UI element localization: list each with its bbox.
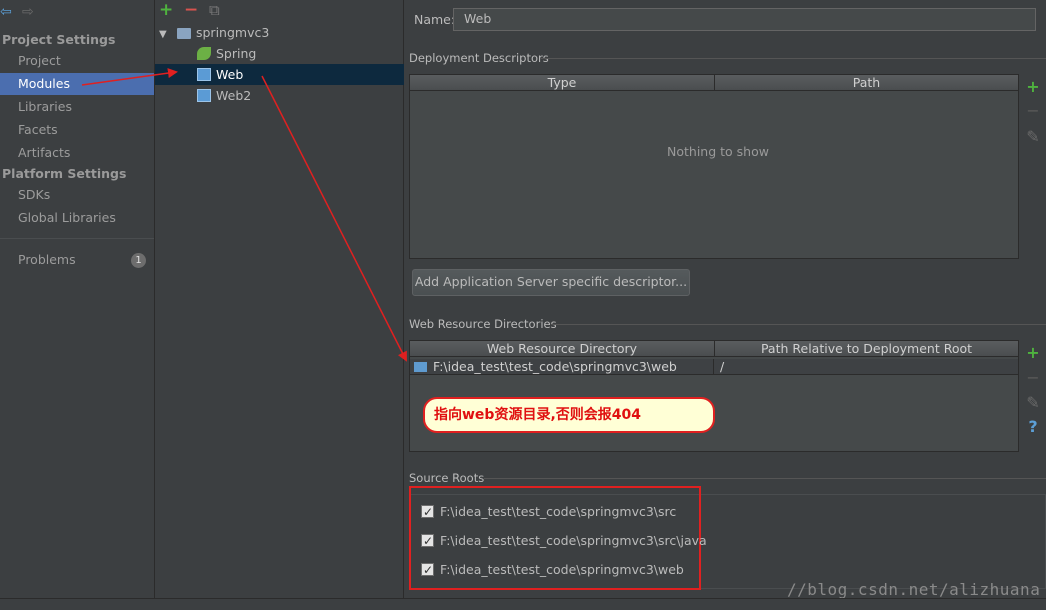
deployment-descriptors-title: Deployment Descriptors bbox=[409, 51, 549, 65]
nav-item-artifacts[interactable]: Artifacts bbox=[0, 142, 154, 164]
source-root-path: F:\idea_test\test_code\springmvc3\src bbox=[440, 504, 677, 519]
column-header-path-relative[interactable]: Path Relative to Deployment Root bbox=[715, 341, 1018, 357]
folder-icon bbox=[414, 362, 427, 372]
empty-table-message: Nothing to show bbox=[667, 144, 769, 159]
source-roots-title: Source Roots bbox=[409, 471, 485, 485]
expand-triangle-icon[interactable]: ▼ bbox=[159, 24, 173, 45]
nav-item-global-libraries[interactable]: Global Libraries bbox=[0, 207, 154, 229]
tree-root-springmvc3[interactable]: ▼ springmvc3 bbox=[159, 22, 269, 43]
column-header-path[interactable]: Path bbox=[715, 75, 1018, 91]
checkbox-checked-icon[interactable] bbox=[421, 561, 434, 579]
tree-item-label: Web bbox=[216, 67, 244, 82]
tree-item-label: Spring bbox=[216, 46, 257, 61]
web-facet-icon bbox=[197, 68, 211, 81]
remove-web-resource-icon[interactable]: − bbox=[1026, 370, 1040, 386]
tree-item-label: Web2 bbox=[216, 88, 252, 103]
nav-divider bbox=[0, 238, 154, 239]
problems-label: Problems bbox=[18, 252, 76, 267]
add-descriptor-icon[interactable]: + bbox=[1026, 79, 1040, 95]
copy-module-icon[interactable]: ⧉ bbox=[209, 0, 220, 20]
section-divider bbox=[484, 478, 1046, 479]
nav-item-libraries[interactable]: Libraries bbox=[0, 96, 154, 118]
bottom-bar bbox=[0, 598, 1046, 610]
tree-root-label: springmvc3 bbox=[195, 25, 270, 40]
help-icon[interactable]: ? bbox=[1026, 419, 1040, 435]
source-root-path: F:\idea_test\test_code\springmvc3\web bbox=[440, 562, 684, 577]
annotation-callout: 指向web资源目录,否则会报404 bbox=[423, 397, 715, 433]
tree-item-web2[interactable]: Web2 bbox=[197, 85, 251, 106]
source-root-item[interactable]: F:\idea_test\test_code\springmvc3\web bbox=[421, 561, 684, 579]
table-header: Type Path bbox=[410, 75, 1018, 91]
add-module-icon[interactable]: + bbox=[159, 0, 173, 20]
nav-item-problems[interactable]: Problems 1 bbox=[0, 249, 154, 271]
deployment-table-toolbar: + − ✎ bbox=[1020, 74, 1046, 259]
web-resource-dir-value: F:\idea_test\test_code\springmvc3\web bbox=[433, 359, 677, 374]
web-resource-table-toolbar: + − ✎ ? bbox=[1020, 340, 1046, 452]
deployment-root-path-cell[interactable]: / bbox=[720, 359, 1010, 375]
watermark: //blog.csdn.net/alizhuana bbox=[787, 580, 1041, 599]
table-header: Web Resource Directory Path Relative to … bbox=[410, 341, 1018, 357]
back-arrow-icon[interactable]: ⇦ bbox=[0, 3, 12, 21]
forward-arrow-icon[interactable]: ⇨ bbox=[22, 3, 34, 21]
checkbox-checked-icon[interactable] bbox=[421, 503, 434, 521]
table-row[interactable]: F:\idea_test\test_code\springmvc3\web / bbox=[410, 359, 1018, 375]
column-header-web-resource-directory[interactable]: Web Resource Directory bbox=[410, 341, 715, 357]
web-facet-icon bbox=[197, 89, 211, 102]
add-server-descriptor-button[interactable]: Add Application Server specific descript… bbox=[412, 269, 690, 296]
source-root-path: F:\idea_test\test_code\springmvc3\src\ja… bbox=[440, 533, 707, 548]
name-label: Name: bbox=[414, 12, 456, 27]
add-web-resource-icon[interactable]: + bbox=[1026, 345, 1040, 361]
web-resource-directories-title: Web Resource Directories bbox=[409, 317, 557, 331]
nav-item-modules[interactable]: Modules bbox=[0, 73, 154, 95]
spring-leaf-icon bbox=[197, 47, 211, 60]
platform-settings-heading: Platform Settings bbox=[2, 166, 127, 181]
section-divider bbox=[541, 58, 1046, 59]
column-header-type[interactable]: Type bbox=[410, 75, 715, 91]
remove-module-icon[interactable]: − bbox=[184, 0, 198, 20]
edit-web-resource-icon[interactable]: ✎ bbox=[1026, 395, 1040, 411]
deployment-descriptors-table[interactable]: Type Path Nothing to show bbox=[409, 74, 1019, 259]
nav-item-sdks[interactable]: SDKs bbox=[0, 184, 154, 206]
problems-count-badge: 1 bbox=[131, 253, 146, 268]
name-field[interactable]: Web bbox=[453, 8, 1036, 31]
edit-descriptor-icon[interactable]: ✎ bbox=[1026, 129, 1040, 145]
nav-item-project[interactable]: Project bbox=[0, 50, 154, 72]
tree-item-web[interactable]: Web bbox=[197, 64, 243, 85]
facet-settings-panel: Name: Web Deployment Descriptors Type Pa… bbox=[404, 0, 1046, 599]
section-divider bbox=[551, 324, 1046, 325]
web-resource-dir-cell[interactable]: F:\idea_test\test_code\springmvc3\web bbox=[414, 359, 714, 375]
source-root-item[interactable]: F:\idea_test\test_code\springmvc3\src bbox=[421, 503, 676, 521]
project-settings-heading: Project Settings bbox=[2, 32, 116, 47]
nav-item-facets[interactable]: Facets bbox=[0, 119, 154, 141]
tree-item-spring[interactable]: Spring bbox=[197, 43, 256, 64]
checkbox-checked-icon[interactable] bbox=[421, 532, 434, 550]
tree-selection-highlight bbox=[155, 64, 404, 85]
module-folder-icon bbox=[176, 28, 191, 39]
source-root-item[interactable]: F:\idea_test\test_code\springmvc3\src\ja… bbox=[421, 532, 707, 550]
settings-nav: ⇦ ⇨ Project Settings Project Modules Lib… bbox=[0, 0, 155, 598]
web-resource-directories-table[interactable]: Web Resource Directory Path Relative to … bbox=[409, 340, 1019, 452]
remove-descriptor-icon[interactable]: − bbox=[1026, 103, 1040, 119]
module-tree-panel: + − ⧉ ▼ springmvc3 Spring Web Web2 bbox=[155, 0, 404, 598]
